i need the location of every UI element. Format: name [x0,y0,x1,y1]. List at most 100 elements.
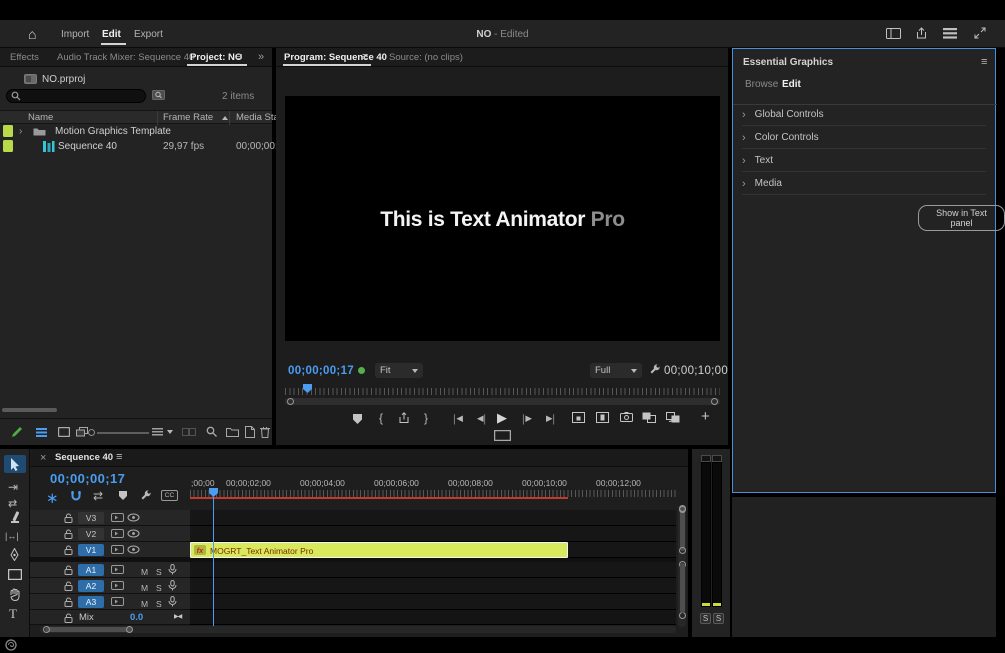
lock-icon[interactable] [64,529,73,539]
track-select-forward-tool[interactable]: ⇥ [8,480,18,494]
scrollbar-right-handle[interactable] [711,398,718,405]
section-global-controls[interactable]: › Global Controls [742,104,986,126]
tab-overflow-icon[interactable]: » [258,51,264,63]
export-frame-up-icon[interactable] [398,412,410,424]
track-target-v1[interactable]: V1 [78,544,104,556]
source-patch-icon[interactable] [111,597,124,606]
list-horizontal-scrollbar[interactable] [2,408,57,412]
v-scroll-handle[interactable] [678,547,686,554]
section-color-controls[interactable]: › Color Controls [742,127,986,149]
mark-in-icon[interactable]: { [379,411,383,425]
voiceover-mic-icon[interactable] [168,596,177,608]
zoom-slider-handle[interactable] [88,429,95,436]
selection-tool[interactable] [4,455,26,473]
v-scroll-handle[interactable] [678,506,686,513]
mute-button[interactable]: M [141,599,148,609]
timeline-add-marker-icon[interactable] [119,491,127,500]
clip-mogrt[interactable]: fx MOGRT_Text Animator Pro [190,542,568,558]
hand-tool[interactable] [9,588,21,601]
program-scrubber-ruler[interactable] [285,388,720,395]
track-target-a1[interactable]: A1 [78,564,104,576]
project-row-sequence[interactable]: Sequence 40 29,97 fps 00;00;00;0 [0,139,283,154]
track-target-v3[interactable]: V3 [78,512,104,524]
track-target-a2[interactable]: A2 [78,580,104,592]
step-forward-icon[interactable]: │ ▶ [521,413,532,424]
captions-icon[interactable]: CC [161,490,178,501]
icon-view-icon[interactable] [58,427,70,437]
nest-sequences-icon[interactable]: ∗ [46,489,59,507]
timeline-h-scrollbar[interactable] [40,626,676,633]
item-name[interactable]: Sequence 40 [58,141,117,152]
lift-icon[interactable] [572,412,585,423]
find-icon[interactable] [206,426,218,438]
tab-effects[interactable]: Effects [10,52,39,63]
tab-project[interactable]: Project: NO [190,52,242,63]
meter-bar-left[interactable] [701,462,711,607]
column-frame-rate[interactable]: Frame Rate [163,112,213,123]
export-frame-camera-icon[interactable] [620,412,633,422]
play-icon[interactable]: ▶ [497,410,507,426]
disclosure-chevron-icon[interactable]: › [19,126,22,137]
track-lane-a3[interactable] [190,594,676,610]
sort-ascending-icon[interactable] [222,116,228,120]
column-name[interactable]: Name [28,112,53,123]
show-in-text-panel-button[interactable]: Show in Text panel [918,205,1005,231]
tab-edit-eg[interactable]: Edit [782,79,801,90]
multicam-icon[interactable] [666,412,680,423]
add-marker-icon[interactable] [353,414,362,424]
column-divider[interactable] [229,111,230,125]
pen-tool[interactable] [9,548,20,561]
workspaces-icon[interactable] [886,28,901,39]
track-lane-a2[interactable] [190,578,676,594]
column-divider[interactable] [157,111,158,125]
project-row-mogrt-folder[interactable]: › Motion Graphics Template [0,124,272,139]
new-bin-icon[interactable] [226,427,239,437]
playback-resolution-select[interactable]: Full [590,363,642,378]
zoom-slider-track[interactable] [97,432,149,434]
mute-button[interactable]: M [141,583,148,593]
lock-icon[interactable] [64,545,73,555]
source-patch-icon[interactable] [111,581,124,590]
voiceover-mic-icon[interactable] [168,580,177,592]
v-thumb-audio[interactable] [680,563,685,613]
lock-icon[interactable] [64,613,73,623]
track-target-a3[interactable]: A3 [78,596,104,608]
source-patch-icon[interactable] [111,565,124,574]
lock-icon[interactable] [64,597,73,607]
go-to-in-icon[interactable]: │ ◀ [452,413,463,424]
program-panel-menu-icon[interactable]: ≡ [362,51,368,63]
timeline-tab-menu-icon[interactable]: ≡ [116,451,122,463]
safe-margins-button[interactable] [494,430,511,441]
tab-program[interactable]: Program: Sequence 40 [284,52,387,63]
v-scroll-handle[interactable] [678,612,686,619]
label-color-swatch[interactable] [3,140,13,152]
lock-icon[interactable] [64,581,73,591]
source-patch-icon[interactable] [111,545,124,554]
timeline-timecode[interactable]: 00;00;00;17 [50,471,125,486]
new-item-icon[interactable] [245,426,255,438]
project-writable-icon[interactable] [10,426,23,439]
toggle-track-output-eye-icon[interactable] [127,545,140,554]
timeline-tab-label[interactable]: Sequence 40 [55,452,113,463]
scrollbar-left-handle[interactable] [287,398,294,405]
rectangle-tool[interactable] [8,569,22,580]
list-view-icon[interactable] [36,428,47,437]
snap-magnet-icon[interactable] [70,490,82,502]
meter-solo-right-button[interactable]: S [713,613,724,624]
source-patch-icon[interactable] [111,513,124,522]
h-thumb-left-handle[interactable] [43,626,50,633]
essential-graphics-menu-icon[interactable]: ≡ [981,56,987,68]
item-name[interactable]: Motion Graphics Template [55,126,171,137]
tab-source[interactable]: Source: (no clips) [389,52,463,63]
project-panel-menu-icon[interactable]: ≡ [236,51,242,63]
linked-selection-icon[interactable]: ⇄ [93,489,103,503]
type-tool[interactable]: T [9,606,17,622]
section-text[interactable]: › Text [742,150,986,172]
clear-trash-icon[interactable] [260,426,270,438]
ripple-edit-tool[interactable]: ⇄ [8,497,17,510]
automate-to-sequence-icon[interactable] [182,428,196,436]
tab-browse[interactable]: Browse [745,79,778,90]
solo-button[interactable]: S [156,583,162,593]
dropped-frame-indicator[interactable] [358,367,365,374]
timeline-settings-wrench-icon[interactable] [139,489,152,502]
